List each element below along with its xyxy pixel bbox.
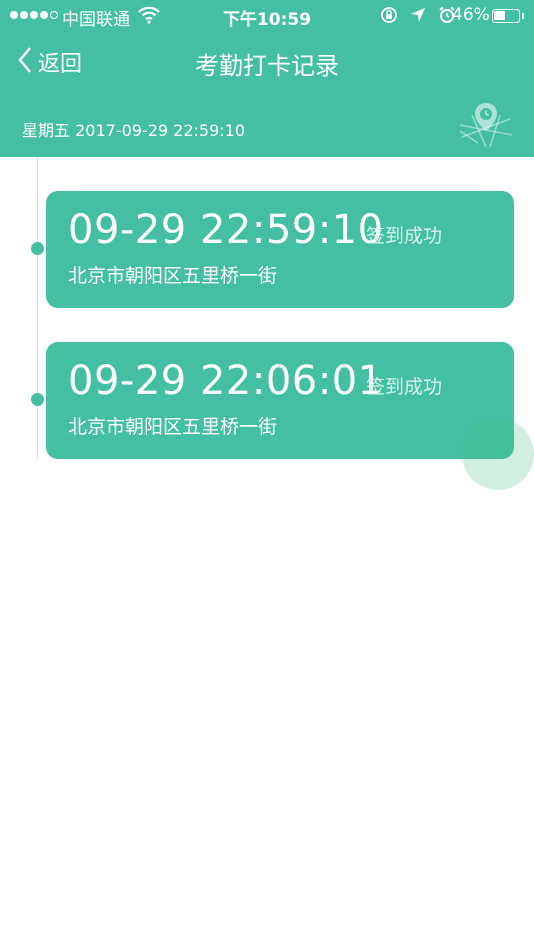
attendance-record-card[interactable]: 09-29 22:59:10 签到成功 北京市朝阳区五里桥一街: [46, 191, 514, 308]
battery-icon: [492, 9, 520, 23]
timeline-node: [31, 393, 44, 406]
record-time: 09-29 22:59:10: [68, 207, 384, 253]
current-datetime: 星期五 2017-09-29 22:59:10: [22, 121, 246, 140]
record-time: 09-29 22:06:01: [68, 358, 384, 404]
record-address: 北京市朝阳区五里桥一街: [68, 416, 278, 438]
location-arrow-icon: [410, 7, 426, 28]
floating-action-button[interactable]: [462, 418, 534, 490]
record-status: 签到成功: [366, 225, 443, 247]
timeline-line: [37, 157, 38, 459]
record-status: 签到成功: [366, 376, 443, 398]
header: 中国联通 下午10:59 46% 返回 考勤打卡记录 星期五 2017-09-2…: [0, 0, 534, 157]
attendance-record-card[interactable]: 09-29 22:06:01 签到成功 北京市朝阳区五里桥一街: [46, 342, 514, 459]
rotation-lock-icon: [380, 6, 398, 29]
status-bar: 中国联通 下午10:59 46%: [0, 0, 534, 32]
map-pin-clock-icon[interactable]: [458, 101, 514, 153]
battery-percent: 46%: [452, 5, 490, 25]
timeline-node: [31, 242, 44, 255]
page-title: 考勤打卡记录: [195, 52, 339, 80]
record-address: 北京市朝阳区五里桥一街: [68, 265, 278, 287]
